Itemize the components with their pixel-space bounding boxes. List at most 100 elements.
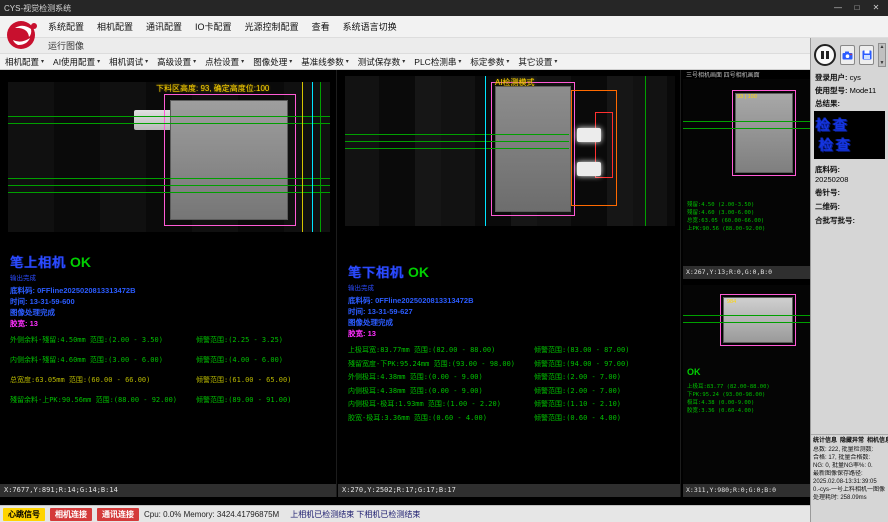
toolbar-ai-config[interactable]: AI使用配置▾: [53, 56, 100, 68]
stats-tab-camera[interactable]: 相机信息: [867, 437, 888, 445]
toolbar-other-settings[interactable]: 其它设置▾: [518, 56, 557, 68]
close-button[interactable]: ✕: [868, 2, 884, 14]
camera-connection-badge: 相机连接: [50, 508, 92, 521]
toolbar-camera-debug[interactable]: 相机调试▾: [109, 56, 148, 68]
scroll-down-icon[interactable]: ▼: [880, 60, 885, 66]
toolbar-label: 基准线参数: [301, 56, 344, 68]
camera-snapshot-button[interactable]: [840, 45, 855, 65]
toolbar-spot-check[interactable]: 点检设置▾: [205, 56, 244, 68]
preview-camera-3[interactable]: 93 | 100 殘留:4.50 (2.00-3.50) 殘留:4.60 (3.…: [683, 79, 810, 279]
chevron-down-icon: ▾: [145, 58, 148, 65]
preview-measure-line: 殘留:4.50 (2.00-3.50): [687, 201, 765, 209]
preview-overlay-text: 93 | 100: [737, 94, 757, 100]
maximize-button[interactable]: □: [849, 2, 865, 14]
measurement-text: 内侧极耳:4.38mm 范围:(0.00 - 9.00): [348, 386, 534, 396]
upper-camera-image[interactable]: 下料区高度: 93, 确定高度位:100: [8, 82, 330, 232]
green-guide-line: [8, 192, 330, 193]
measurement-row: 总宽度:63.05mm 范围:(60.00 - 66.00) 倾警范围:(61.…: [10, 375, 291, 385]
result-text-line: 检查: [816, 115, 883, 135]
menu-item-light-config[interactable]: 光源控制配置: [245, 20, 299, 33]
title-bar: CYS-视觉检测系统 — □ ✕: [0, 0, 888, 16]
toolbar-label: 图像处理: [253, 56, 287, 68]
cpu-memory-text: Cpu: 0.0% Memory: 3424.41796875M: [144, 510, 279, 519]
barcode-line: 底料码: 0FFline2025020813313472B: [10, 285, 291, 296]
green-guide-line: [683, 315, 810, 316]
app-window: CYS-视觉检测系统 — □ ✕ 系统配置 相机配置 通讯配置 IO卡配置 光源…: [0, 0, 888, 522]
toolbar-calibration[interactable]: 标定参数▾: [470, 56, 509, 68]
barcode-line: 底料码: 0FFline2025020813313472B: [348, 295, 629, 306]
toolbar-label: 标定参数: [470, 56, 504, 68]
stats-tab-hidden[interactable]: 隐藏异常: [840, 437, 864, 445]
green-guide-line: [8, 123, 330, 124]
measurement-warn-range: 倾警范围:(2.00 - 7.00): [534, 372, 621, 382]
batch-field: 合批写批号:: [811, 212, 888, 226]
toolbar-camera-config[interactable]: 相机配置▾: [5, 56, 44, 68]
menu-item-camera-config[interactable]: 相机配置: [97, 20, 133, 33]
measurement-warn-range: 倾警范围:(83.00 - 87.00): [534, 345, 629, 355]
ai-mode-overlay-text: AI检测模式: [495, 77, 535, 88]
result-status: OK: [70, 254, 91, 270]
measurement-row: 内侧极耳:4.38mm 范围:(0.00 - 9.00) 倾警范围:(2.00 …: [348, 386, 629, 396]
process-done-line: 图像处理完成: [348, 317, 629, 328]
window-title: CYS-视觉检测系统: [4, 3, 71, 14]
preview-pixel-coordinates: X:311,Y:980;R:0;G:0;B:0: [683, 484, 810, 497]
toolbar-advanced-settings[interactable]: 高级设置▾: [157, 56, 196, 68]
toolbar-label: 其它设置: [518, 56, 552, 68]
preview-camera-4[interactable]: 984 OK 上极耳:83.77 (82.00-88.00) 下PK:95.24…: [683, 285, 810, 497]
save-image-button[interactable]: [859, 45, 874, 65]
measurement-text: 胶宽-极耳:3.36mm 范围:(0.60 - 4.00): [348, 413, 534, 423]
panel-scrollbar[interactable]: ▲ ▼: [878, 43, 886, 67]
toolbar-baseline-params[interactable]: 基准线参数▾: [301, 56, 349, 68]
menu-item-comm-config[interactable]: 通讯配置: [146, 20, 182, 33]
measurement-row: 内侧极耳-极耳:1.93mm 范围:(1.00 - 2.20) 倾警范围:(1.…: [348, 399, 629, 409]
lower-camera-image[interactable]: AI检测模式: [345, 76, 675, 226]
minimize-button[interactable]: —: [830, 2, 846, 14]
barcode-label: 底料码:: [815, 165, 840, 174]
logo-icon: [3, 18, 43, 52]
model-value[interactable]: Mode11: [850, 86, 877, 95]
toolbar-image-processing[interactable]: 图像处理▾: [253, 56, 292, 68]
stats-line: 2025.02.08-13:31:39:05: [813, 478, 887, 486]
total-result-row: 总结果:: [811, 96, 888, 109]
preview-result-status: OK: [687, 367, 701, 377]
preview-measure-line: 下PK:95.24 (93.00-98.00): [687, 391, 770, 399]
pause-button[interactable]: [814, 44, 836, 66]
menu-item-system-config[interactable]: 系统配置: [48, 20, 84, 33]
menu-item-io-config[interactable]: IO卡配置: [195, 20, 232, 33]
stats-line: 合格: 17, 批量合格数:: [813, 454, 887, 462]
measurement-list: 外侧余料-殘留:4.50mm 范围:(2.00 - 3.50) 倾警范围:(2.…: [10, 335, 291, 405]
toolbar-label: 测试保存数: [358, 56, 401, 68]
login-user-row: 登录用户: cys: [811, 70, 888, 83]
green-guide-line: [320, 82, 321, 232]
toolbar-plc[interactable]: PLC检测串▾: [414, 56, 461, 68]
qr-field: 二维码:: [811, 198, 888, 212]
chevron-down-icon: ▾: [289, 58, 292, 65]
preview-measurements: 殘留:4.50 (2.00-3.50) 殘留:4.60 (3.00-6.00) …: [687, 201, 765, 233]
glue-width-line: 胶宽: 13: [348, 328, 629, 340]
measurement-row: 殘留宽度-下PK:95.24mm 范围:(93.00 - 98.00) 倾警范围…: [348, 359, 629, 369]
comm-connection-badge: 通讯连接: [97, 508, 139, 521]
menu-item-language-switch[interactable]: 系统语言切换: [343, 20, 397, 33]
toolbar-label: 高级设置: [157, 56, 191, 68]
preview-measure-line: 极耳:4.38 (0.00-9.00): [687, 399, 770, 407]
measurement-row: 外侧余料-殘留:4.50mm 范围:(2.00 - 3.50) 倾警范围:(2.…: [10, 335, 291, 345]
measurement-text: 殘留宽度-下PK:95.24mm 范围:(93.00 - 98.00): [348, 359, 534, 369]
reel-field: 卷针号:: [811, 184, 888, 198]
tab-run-image[interactable]: 运行图像: [48, 39, 84, 52]
toolbar-test-save[interactable]: 测试保存数▾: [358, 56, 406, 68]
menu-item-view[interactable]: 查看: [312, 20, 330, 33]
green-guide-line: [683, 128, 810, 129]
preview-measure-line: 殘留:4.60 (3.00-6.00): [687, 209, 765, 217]
chevron-down-icon: ▾: [41, 58, 44, 65]
bright-feature: [577, 128, 601, 142]
glue-width-line: 胶宽: 13: [10, 318, 291, 330]
camera-name-label: 笔上相机: [10, 252, 66, 271]
chevron-down-icon: ▾: [241, 58, 244, 65]
barcode-value: 20250208: [815, 175, 848, 184]
stats-tab-summary[interactable]: 统计信息: [813, 437, 837, 445]
toolbar: 相机配置▾ AI使用配置▾ 相机调试▾ 高级设置▾ 点检设置▾ 图像处理▾ 基准…: [0, 54, 810, 70]
measurement-text: 外侧余料-殘留:4.50mm 范围:(2.00 - 3.50): [10, 335, 196, 345]
chevron-down-icon: ▾: [554, 58, 557, 65]
chevron-down-icon: ▾: [97, 58, 100, 65]
scroll-up-icon[interactable]: ▲: [880, 44, 885, 50]
